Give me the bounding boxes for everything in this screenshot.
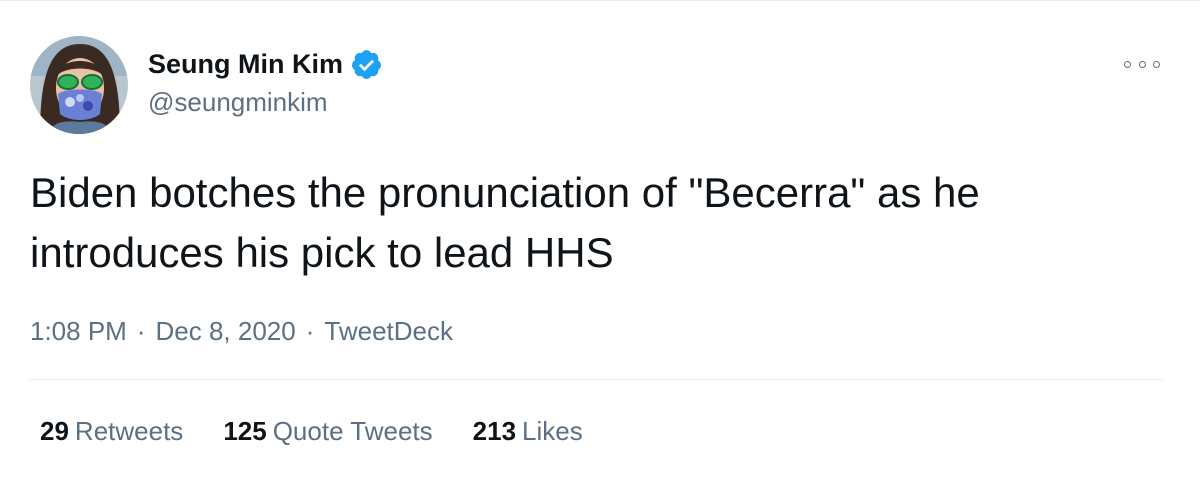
more-options-icon[interactable]: [1124, 57, 1160, 71]
more-dot: [1124, 60, 1131, 68]
verified-badge-icon: [350, 48, 383, 81]
likes-count: 213: [472, 416, 517, 446]
author-handle[interactable]: @seungminkim: [148, 85, 328, 119]
tweet-stats: 29 Retweets 125 Quote Tweets 213 Likes: [40, 411, 623, 451]
meta-separator: ·: [305, 316, 315, 346]
likes-stat[interactable]: 213 Likes: [473, 411, 583, 451]
tweet-date[interactable]: Dec 8, 2020: [156, 316, 296, 346]
meta-separator: ·: [136, 316, 146, 346]
tweet-source[interactable]: TweetDeck: [324, 316, 453, 346]
tweet-meta: 1:08 PM · Dec 8, 2020 · TweetDeck: [30, 311, 453, 351]
retweets-count: 29: [40, 416, 69, 446]
retweets-label: Retweets: [74, 416, 184, 446]
likes-label: Likes: [522, 416, 583, 446]
avatar-icon: [30, 36, 128, 134]
author-name-row: Seung Min Kim: [148, 47, 383, 81]
avatar[interactable]: [30, 36, 128, 134]
tweet-card: Seung Min Kim @seungminkim Biden botches…: [0, 0, 1200, 478]
tweet-time[interactable]: 1:08 PM: [30, 316, 127, 346]
tweet-text: Biden botches the pronunciation of "Bece…: [30, 169, 980, 276]
more-dot: [1153, 60, 1160, 68]
author-display-name[interactable]: Seung Min Kim: [148, 47, 343, 81]
quote-tweets-label: Quote Tweets: [272, 416, 433, 446]
divider: [30, 379, 1162, 380]
more-dot: [1138, 60, 1146, 68]
quote-tweets-count: 125: [223, 416, 267, 446]
retweets-stat[interactable]: 29 Retweets: [40, 411, 183, 451]
quote-tweets-stat[interactable]: 125 Quote Tweets: [223, 411, 432, 451]
